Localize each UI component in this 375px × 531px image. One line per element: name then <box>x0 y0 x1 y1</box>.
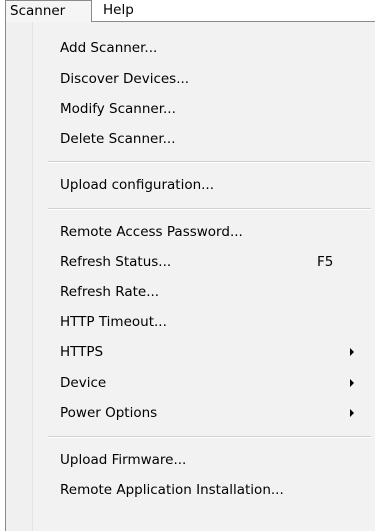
menu-item-http-timeout[interactable]: HTTP Timeout... <box>36 307 371 337</box>
menu-icon-gutter <box>6 22 33 531</box>
menu-item-https[interactable]: HTTPS <box>36 337 371 367</box>
menu-item-power-options[interactable]: Power Options <box>36 398 371 428</box>
menu-item-discover-devices[interactable]: Discover Devices... <box>36 64 371 94</box>
menu-item-delete-scanner[interactable]: Delete Scanner... <box>36 124 371 154</box>
refresh-status-shortcut: F5 <box>317 254 334 270</box>
menu-item-remote-access-password[interactable]: Remote Access Password... <box>36 217 371 247</box>
menu-separator <box>48 161 371 163</box>
scanner-dropdown-menu: Add Scanner... Discover Devices... Modif… <box>5 21 375 531</box>
menu-separator <box>48 208 371 210</box>
menu-bar: Scanner Help <box>0 0 375 22</box>
menu-item-remote-application-installation[interactable]: Remote Application Installation... <box>36 475 371 505</box>
menu-item-https-label: HTTPS <box>60 344 104 360</box>
menu-item-refresh-rate[interactable]: Refresh Rate... <box>36 277 371 307</box>
menu-item-device[interactable]: Device <box>36 368 371 398</box>
menu-separator <box>48 436 371 438</box>
menu-item-upload-firmware[interactable]: Upload Firmware... <box>36 445 371 475</box>
menu-item-refresh-status-label: Refresh Status... <box>60 254 172 270</box>
menu-item-refresh-status[interactable]: Refresh Status... F5 <box>36 247 371 277</box>
menu-help[interactable]: Help <box>103 0 153 22</box>
chevron-right-icon <box>350 379 354 387</box>
menu-item-upload-configuration[interactable]: Upload configuration... <box>36 170 371 200</box>
menu-scanner[interactable]: Scanner <box>5 0 92 22</box>
menu-item-device-label: Device <box>60 375 107 391</box>
chevron-right-icon <box>350 409 354 417</box>
chevron-right-icon <box>350 348 354 356</box>
menu-item-modify-scanner[interactable]: Modify Scanner... <box>36 94 371 124</box>
menu-item-power-options-label: Power Options <box>60 405 158 421</box>
menu-item-add-scanner[interactable]: Add Scanner... <box>36 33 371 63</box>
